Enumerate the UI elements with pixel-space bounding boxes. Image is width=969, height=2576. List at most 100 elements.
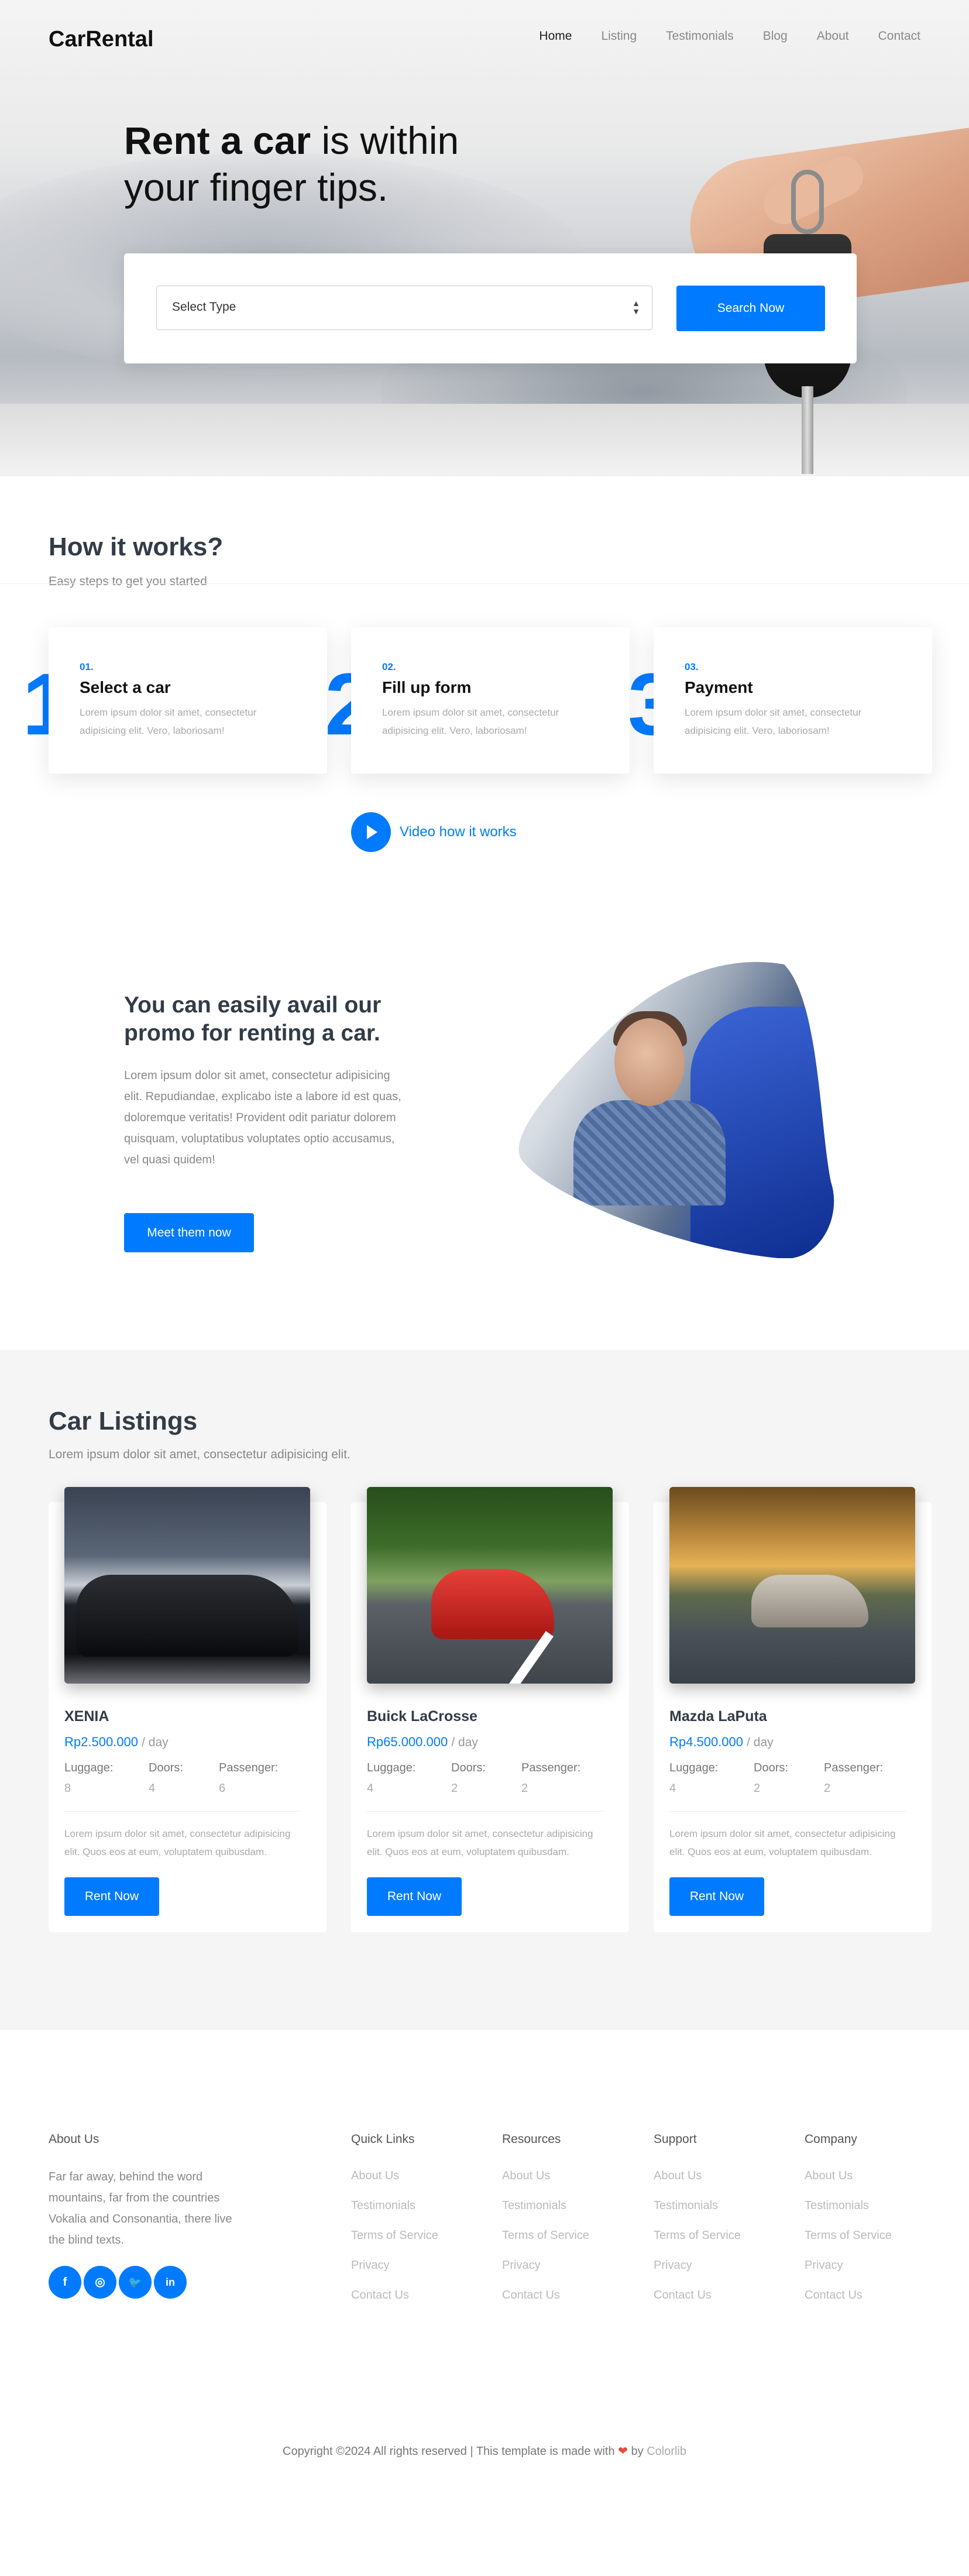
card-divider bbox=[64, 1811, 301, 1812]
luggage-value: 4 bbox=[669, 1782, 676, 1795]
footer-about-text: Far far away, behind the word mountains,… bbox=[49, 2170, 232, 2247]
car-name: Mazda LaPuta bbox=[669, 1708, 767, 1725]
step-number: 03. bbox=[685, 661, 699, 672]
rent-now-button[interactable]: Rent Now bbox=[367, 1877, 462, 1916]
card-divider bbox=[669, 1811, 906, 1812]
select-caret-icon: ▲ ▼ bbox=[632, 298, 640, 316]
luggage-value: 8 bbox=[64, 1782, 71, 1795]
step-number: 02. bbox=[382, 661, 396, 672]
footer-company-title: Company bbox=[805, 2132, 857, 2146]
passenger-value: 6 bbox=[219, 1782, 226, 1795]
hero-title-rest: is within bbox=[311, 119, 459, 162]
luggage-label: Luggage: bbox=[367, 1761, 416, 1774]
footer-link-privacy[interactable]: Privacy bbox=[502, 2259, 541, 2272]
car-price-value: Rp4.500.000 bbox=[669, 1734, 743, 1749]
hero-background-road bbox=[0, 404, 969, 476]
footer-link-terms[interactable]: Terms of Service bbox=[805, 2229, 892, 2242]
doors-value: 4 bbox=[149, 1782, 156, 1795]
footer-link-about-us[interactable]: About Us bbox=[654, 2169, 702, 2183]
footer-link-privacy[interactable]: Privacy bbox=[351, 2259, 390, 2272]
instagram-icon[interactable]: ◎ bbox=[84, 2266, 116, 2299]
car-price-value: Rp2.500.000 bbox=[64, 1734, 138, 1749]
footer-link-testimonials[interactable]: Testimonials bbox=[502, 2199, 566, 2213]
luggage-label: Luggage: bbox=[64, 1761, 114, 1774]
car-body-image bbox=[431, 1569, 554, 1639]
car-price: Rp2.500.000 / day bbox=[64, 1734, 169, 1750]
nav-testimonials[interactable]: Testimonials bbox=[666, 29, 734, 43]
card-divider bbox=[367, 1811, 603, 1812]
footer-link-about-us[interactable]: About Us bbox=[351, 2169, 399, 2183]
per-day-label: / day bbox=[451, 1736, 478, 1749]
passenger-value: 2 bbox=[521, 1782, 528, 1795]
search-now-button[interactable]: Search Now bbox=[676, 286, 825, 331]
search-form: Select Type ▲ ▼ Search Now bbox=[124, 253, 857, 363]
car-image-buick[interactable] bbox=[367, 1487, 613, 1684]
passenger-value: 2 bbox=[824, 1782, 831, 1795]
video-how-it-works-link[interactable]: Video how it works bbox=[400, 824, 517, 840]
car-price: Rp65.000.000 / day bbox=[367, 1734, 478, 1750]
nav-contact[interactable]: Contact bbox=[878, 29, 920, 43]
step-description: Lorem ipsum dolor sit amet, consectetur … bbox=[382, 707, 559, 736]
promo-title: You can easily avail our promo for renti… bbox=[124, 992, 382, 1046]
promo-driver-image bbox=[515, 960, 843, 1258]
twitter-icon[interactable]: 🐦 bbox=[119, 2266, 152, 2299]
step-number: 01. bbox=[80, 661, 94, 672]
rent-now-button[interactable]: Rent Now bbox=[64, 1877, 159, 1916]
hero-title: Rent a car is within your finger tips. bbox=[124, 117, 459, 211]
driver-shirt-image bbox=[573, 1100, 726, 1205]
car-image-xenia[interactable] bbox=[64, 1487, 310, 1684]
footer-link-privacy[interactable]: Privacy bbox=[805, 2259, 843, 2272]
footer-link-about-us[interactable]: About Us bbox=[805, 2169, 853, 2183]
footer-link-privacy[interactable]: Privacy bbox=[654, 2259, 692, 2272]
per-day-label: / day bbox=[142, 1736, 169, 1749]
how-it-works-subtitle: Easy steps to get you started bbox=[49, 575, 207, 588]
footer-link-testimonials[interactable]: Testimonials bbox=[805, 2199, 869, 2213]
step-description: Lorem ipsum dolor sit amet, consectetur … bbox=[80, 707, 257, 736]
footer-link-terms[interactable]: Terms of Service bbox=[502, 2229, 589, 2242]
key-blade-image bbox=[802, 386, 813, 474]
facebook-icon[interactable]: f bbox=[49, 2266, 81, 2299]
doors-label: Doors: bbox=[754, 1761, 788, 1774]
promo-text: Lorem ipsum dolor sit amet, consectetur … bbox=[124, 1069, 401, 1166]
nav-listing[interactable]: Listing bbox=[601, 29, 637, 43]
footer-link-testimonials[interactable]: Testimonials bbox=[654, 2199, 718, 2213]
step-card-2: 02. Fill up form Lorem ipsum dolor sit a… bbox=[351, 627, 630, 774]
nav-home[interactable]: Home bbox=[539, 29, 572, 43]
car-price-value: Rp65.000.000 bbox=[367, 1734, 448, 1749]
nav-about[interactable]: About bbox=[817, 29, 849, 43]
nav-blog[interactable]: Blog bbox=[763, 29, 788, 43]
passenger-label: Passenger: bbox=[824, 1761, 884, 1774]
site-logo[interactable]: CarRental bbox=[49, 27, 154, 52]
step-card-1: 01. Select a car Lorem ipsum dolor sit a… bbox=[49, 627, 327, 774]
step-title: Select a car bbox=[80, 678, 171, 696]
footer-link-contact[interactable]: Contact Us bbox=[654, 2289, 712, 2302]
per-day-label: / day bbox=[747, 1736, 774, 1749]
car-listings-title: Car Listings bbox=[49, 1407, 198, 1435]
driver-face-image bbox=[614, 1018, 685, 1106]
footer-link-terms[interactable]: Terms of Service bbox=[654, 2229, 741, 2242]
play-video-icon[interactable] bbox=[351, 812, 391, 852]
linkedin-icon[interactable]: in bbox=[154, 2266, 187, 2299]
meet-them-now-button[interactable]: Meet them now bbox=[124, 1213, 254, 1252]
footer-link-testimonials[interactable]: Testimonials bbox=[351, 2199, 415, 2213]
footer-link-contact[interactable]: Contact Us bbox=[351, 2289, 409, 2302]
footer-about-title: About Us bbox=[49, 2132, 99, 2146]
footer-link-contact[interactable]: Contact Us bbox=[805, 2289, 863, 2302]
footer-link-contact[interactable]: Contact Us bbox=[502, 2289, 560, 2302]
footer-link-about-us[interactable]: About Us bbox=[502, 2169, 550, 2183]
car-type-select[interactable]: Select Type ▲ ▼ bbox=[156, 286, 652, 330]
hero-section bbox=[0, 0, 969, 476]
colorlib-link[interactable]: Colorlib bbox=[647, 2445, 686, 2458]
rent-now-button[interactable]: Rent Now bbox=[669, 1877, 764, 1916]
step-description: Lorem ipsum dolor sit amet, consectetur … bbox=[685, 707, 862, 736]
copyright-by: by bbox=[627, 2445, 647, 2458]
car-body-image bbox=[751, 1575, 868, 1627]
car-body-image bbox=[76, 1575, 298, 1657]
car-image-mazda[interactable] bbox=[669, 1487, 915, 1684]
key-ring-image bbox=[791, 170, 824, 234]
luggage-value: 4 bbox=[367, 1782, 374, 1795]
car-listings-subtitle: Lorem ipsum dolor sit amet, consectetur … bbox=[49, 1448, 351, 1461]
hero-title-line2: your finger tips. bbox=[124, 166, 389, 209]
footer-link-terms[interactable]: Terms of Service bbox=[351, 2229, 438, 2242]
copyright-prefix: Copyright ©2024 All rights reserved | Th… bbox=[283, 2445, 615, 2458]
